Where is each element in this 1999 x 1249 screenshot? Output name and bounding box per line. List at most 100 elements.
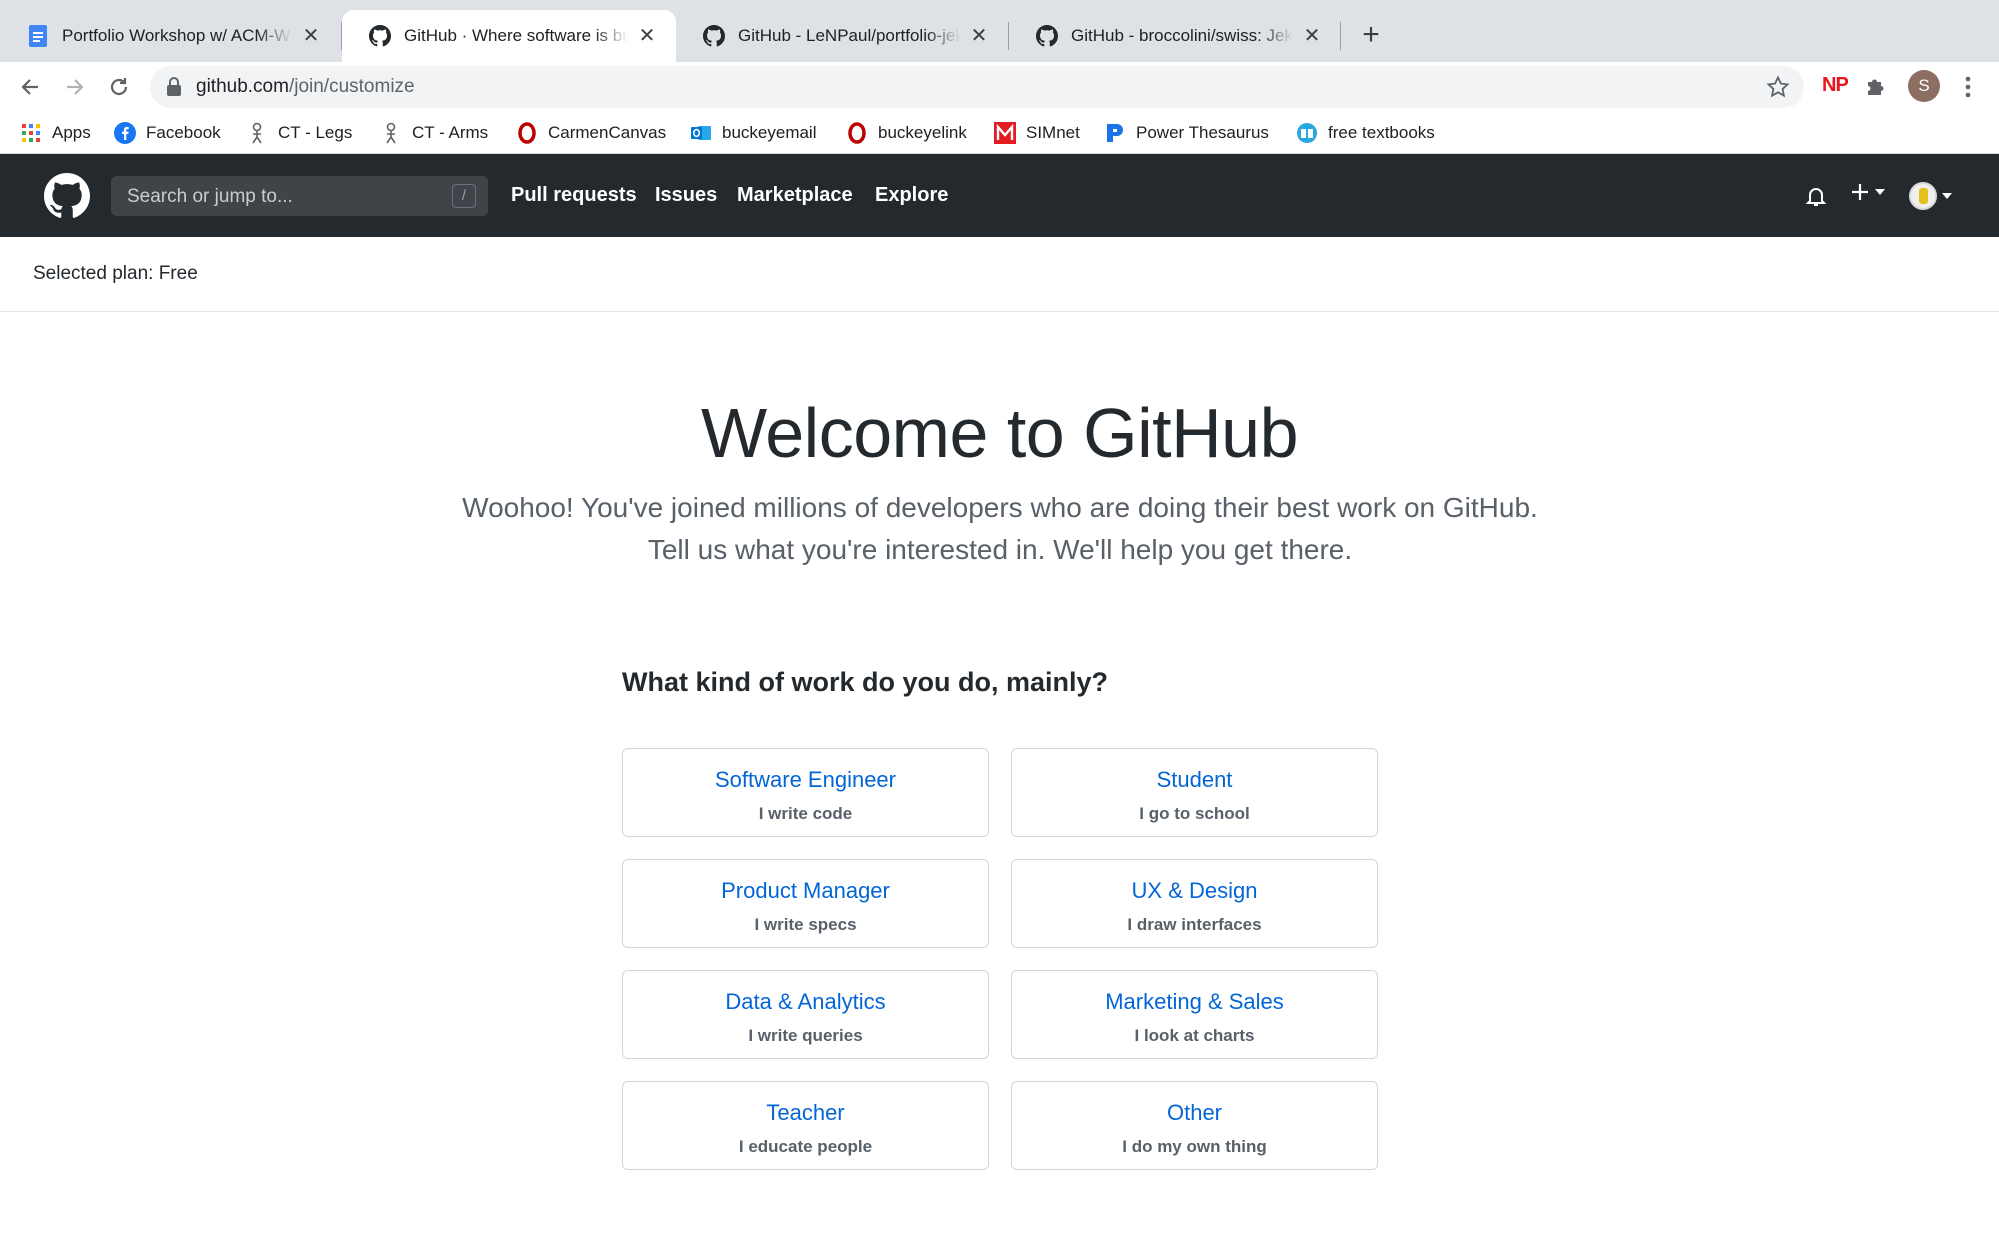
bookmark-apps[interactable]: Apps [20,120,91,146]
option-title: Marketing & Sales [1105,989,1284,1014]
bookmark-star-icon[interactable] [1766,75,1790,104]
bookmark-buckeyelink[interactable]: buckeyelink [846,120,967,146]
create-new-dropdown[interactable] [1850,182,1885,202]
bookmark-carmencanvas[interactable]: CarmenCanvas [516,120,666,146]
tab-divider [1340,22,1341,50]
close-tab-icon[interactable]: ✕ [1301,25,1323,47]
facebook-icon [114,122,136,144]
forward-button[interactable] [58,70,92,104]
github-search-input[interactable]: Search or jump to... / [111,176,488,216]
power-thesaurus-icon [1104,122,1126,144]
selected-plan-text: Selected plan: Free [33,263,198,284]
back-button[interactable] [13,70,47,104]
chevron-down-icon [1875,189,1885,195]
option-title: Software Engineer [715,767,896,792]
bookmark-simnet[interactable]: SIMnet [994,120,1080,146]
bookmark-label: Facebook [146,123,221,142]
reload-button[interactable] [102,70,136,104]
page-title: Welcome to GitHub [700,394,1299,472]
option-title: Product Manager [721,878,890,903]
option-title: Data & Analytics [725,989,886,1014]
browser-tab-broccolini-swiss[interactable]: GitHub - broccolini/swiss: Jekyll ✕ [1009,10,1341,62]
nav-pull-requests[interactable]: Pull requests [511,184,637,207]
bookmark-buckeyemail[interactable]: buckeyemail [690,120,817,146]
bookmark-power-thesaurus[interactable]: Power Thesaurus [1104,120,1269,146]
outlook-icon [690,122,712,144]
option-student[interactable]: Student I go to school [1011,748,1378,837]
tab-title: GitHub - LeNPaul/portfolio-jekyll [738,26,960,45]
bookmark-label: buckeyelink [878,123,967,142]
github-icon [1035,24,1059,48]
option-subtitle: I draw interfaces [1127,915,1262,934]
bookmark-ct-arms[interactable]: CT - Arms [380,120,488,146]
selected-plan-bar: Selected plan: Free [0,237,1999,312]
bookmark-label: CarmenCanvas [548,123,667,142]
github-icon [368,24,392,48]
tab-title: Portfolio Workshop w/ ACM-W [62,26,291,45]
option-subtitle: I write code [758,804,853,823]
option-software-engineer[interactable]: Software Engineer I write code [622,748,989,837]
option-teacher[interactable]: Teacher I educate people [622,1081,989,1170]
bookmark-free-textbooks[interactable]: free textbooks [1296,120,1435,146]
browser-tab-strip: Portfolio Workshop w/ ACM-W ✕ GitHub · W… [0,0,1999,62]
bookmarks-bar: Apps Facebook CT - Legs CT - Arms Carmen… [0,112,1999,154]
chevron-down-icon [1942,193,1952,199]
ohio-state-icon [516,122,538,144]
bookmark-label: Apps [52,123,91,142]
lock-icon [166,77,182,102]
ohio-state-icon [846,122,868,144]
work-question-heading: What kind of work do you do, mainly? [622,667,1108,697]
option-subtitle: I write queries [748,1026,863,1045]
browser-tab-portfolio-workshop[interactable]: Portfolio Workshop w/ ACM-W ✕ [0,10,340,62]
avatar [1909,182,1937,210]
nav-explore[interactable]: Explore [875,184,948,207]
option-product-manager[interactable]: Product Manager I write specs [622,859,989,948]
tab-title: GitHub - broccolini/swiss: Jekyll [1071,26,1293,45]
close-tab-icon[interactable]: ✕ [636,25,658,47]
bookmark-ct-legs[interactable]: CT - Legs [246,120,352,146]
browser-tab-lenpaul-portfolio[interactable]: GitHub - LeNPaul/portfolio-jekyll ✕ [676,10,1008,62]
option-title: Student [1156,767,1233,792]
address-bar[interactable]: github.com/join/customize [150,66,1804,108]
browser-tab-github[interactable]: GitHub · Where software is built ✕ [342,10,676,62]
browser-profile-avatar[interactable]: S [1908,70,1940,102]
url-text: github.com/join/customize [196,76,415,98]
nav-marketplace[interactable]: Marketplace [737,184,853,207]
option-ux-design[interactable]: UX & Design I draw interfaces [1011,859,1378,948]
skeleton-icon [380,122,402,144]
option-title: UX & Design [1131,878,1258,903]
bookmark-facebook[interactable]: Facebook [114,120,221,146]
mcgraw-hill-icon [994,122,1016,144]
browser-menu-icon[interactable] [1958,72,1978,102]
github-logo-icon[interactable] [44,173,90,224]
option-subtitle: I do my own thing [1122,1137,1267,1156]
tab-title: GitHub · Where software is built [404,26,628,45]
notifications-bell-icon[interactable] [1804,184,1828,213]
apps-grid-icon [20,122,42,144]
bookmark-label: SIMnet [1026,123,1080,142]
option-other[interactable]: Other I do my own thing [1011,1081,1378,1170]
extensions-puzzle-icon[interactable] [1864,74,1888,103]
bookmark-label: CT - Arms [412,123,489,142]
bookmark-label: free textbooks [1328,123,1435,142]
plus-icon [1852,184,1868,200]
close-tab-icon[interactable]: ✕ [300,25,322,47]
forward-arrow-icon [67,79,84,95]
google-docs-icon [26,24,50,48]
nav-issues[interactable]: Issues [655,184,717,207]
bookmark-label: Power Thesaurus [1136,123,1269,142]
reload-icon [110,78,128,96]
search-hotkey-badge: / [452,184,476,208]
skeleton-icon [246,122,268,144]
user-avatar-dropdown[interactable] [1909,182,1952,210]
textbook-icon [1296,122,1318,144]
option-subtitle: I go to school [1139,804,1250,823]
np-extension-icon[interactable]: NP [1822,74,1849,97]
new-tab-button[interactable]: + [1354,18,1388,52]
option-data-analytics[interactable]: Data & Analytics I write queries [622,970,989,1059]
option-subtitle: I write specs [754,915,857,934]
github-header: Search or jump to... / Pull requests Iss… [0,154,1999,237]
option-marketing-sales[interactable]: Marketing & Sales I look at charts [1011,970,1378,1059]
search-placeholder: Search or jump to... [127,186,293,207]
close-tab-icon[interactable]: ✕ [968,25,990,47]
